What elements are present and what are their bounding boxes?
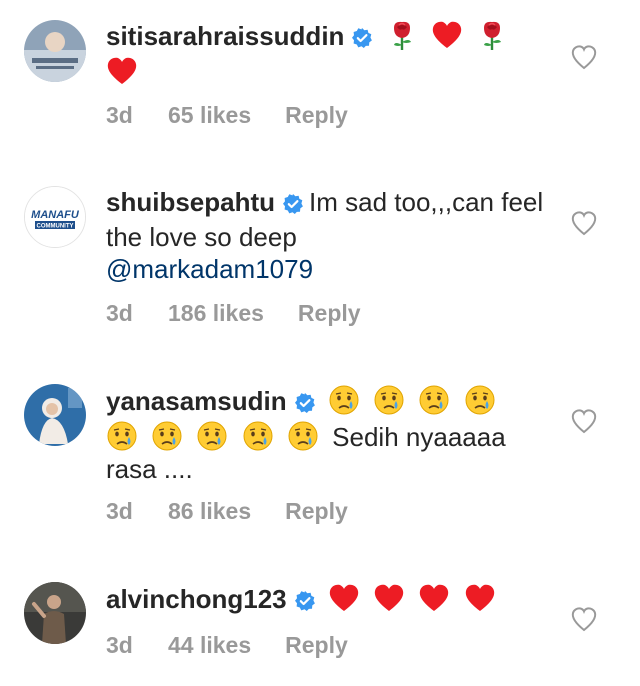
crying-face-icon (151, 420, 183, 452)
comment-time: 3d (106, 300, 133, 326)
crying-face-icon (373, 384, 405, 416)
red-heart-icon (373, 582, 405, 614)
comment-body: sitisarahraissuddin (106, 19, 546, 88)
reply-button[interactable]: Reply (285, 102, 348, 129)
verified-badge-icon (294, 586, 315, 618)
comment-meta: 3d 44 likes Reply (106, 632, 348, 659)
likes-count[interactable]: 44 likes (168, 632, 251, 659)
mention-link[interactable]: @markadam1079 (106, 254, 313, 284)
likes-count[interactable]: 65 likes (168, 102, 251, 129)
comment-body: yanasamsudin Sedih nyaaaaa rasa .... (106, 384, 546, 485)
like-heart-icon[interactable] (570, 210, 598, 236)
reply-button[interactable]: Reply (285, 498, 348, 525)
rose-icon (476, 19, 508, 51)
svg-text:COMMUNITY: COMMUNITY (37, 224, 74, 230)
red-heart-icon (431, 19, 463, 51)
verified-badge-icon (294, 388, 315, 420)
avatar[interactable] (24, 582, 86, 644)
comment-meta: 3d 86 likes Reply (106, 498, 348, 525)
crying-face-icon (242, 420, 274, 452)
comment-time: 3d (106, 632, 133, 658)
red-heart-icon (106, 55, 138, 87)
username[interactable]: shuibsepahtu (106, 187, 275, 217)
username[interactable]: alvinchong123 (106, 584, 287, 614)
avatar[interactable] (24, 384, 86, 446)
comment-body: alvinchong123 (106, 582, 546, 618)
username[interactable]: yanasamsudin (106, 386, 287, 416)
comment-time: 3d (106, 498, 133, 524)
crying-face-icon (106, 420, 138, 452)
crying-face-icon (328, 384, 360, 416)
svg-text:MANAFU: MANAFU (31, 209, 80, 221)
avatar[interactable]: MANAFU COMMUNITY (24, 186, 86, 248)
like-heart-icon[interactable] (570, 408, 598, 434)
red-heart-icon (464, 582, 496, 614)
crying-face-icon (287, 420, 319, 452)
comment-time: 3d (106, 102, 133, 128)
username[interactable]: sitisarahraissuddin (106, 21, 344, 51)
red-heart-icon (418, 582, 450, 614)
like-heart-icon[interactable] (570, 44, 598, 70)
crying-face-icon (418, 384, 450, 416)
like-heart-icon[interactable] (570, 606, 598, 632)
verified-badge-icon (283, 189, 303, 221)
red-heart-icon (328, 582, 360, 614)
likes-count[interactable]: 86 likes (168, 498, 251, 525)
crying-face-icon (464, 384, 496, 416)
likes-count[interactable]: 186 likes (168, 300, 264, 327)
comment-meta: 3d 186 likes Reply (106, 300, 361, 327)
crying-face-icon (196, 420, 228, 452)
verified-badge-icon (352, 23, 373, 55)
avatar[interactable] (24, 20, 86, 82)
rose-icon (386, 19, 418, 51)
comment-body: shuibsepahtu Im sad too,,,can feel the lo… (106, 186, 546, 285)
reply-button[interactable]: Reply (298, 300, 361, 327)
reply-button[interactable]: Reply (285, 632, 348, 659)
comment-meta: 3d 65 likes Reply (106, 102, 348, 129)
